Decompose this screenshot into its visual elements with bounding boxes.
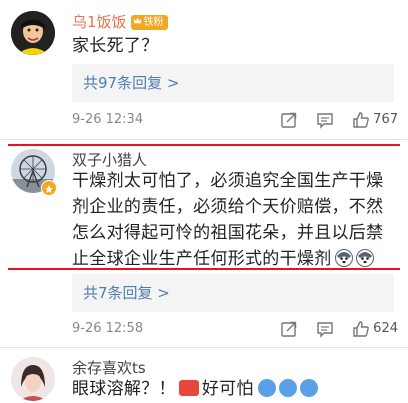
badge-text: 铁粉 <box>143 17 164 28</box>
comment-text-part1: 眼球溶解？！ <box>72 379 176 399</box>
comment-meta: 9-26 12:58 624 <box>72 319 398 341</box>
like-count: 767 <box>373 112 398 127</box>
divider <box>0 347 408 348</box>
username[interactable]: 双子小猎人 <box>72 149 147 170</box>
share-icon[interactable] <box>280 111 298 129</box>
sos-emoji <box>178 380 199 396</box>
username-text[interactable]: 乌1饭饭 <box>72 13 127 31</box>
share-icon[interactable] <box>280 320 298 338</box>
fan-badge: 铁粉 <box>130 15 168 30</box>
scared-emoji <box>299 379 318 397</box>
scared-emoji <box>278 379 297 397</box>
avatar[interactable] <box>11 357 55 401</box>
comment-text: 家长死了？ <box>72 36 159 56</box>
avatar-image <box>11 357 55 401</box>
timestamp: 9-26 12:58 <box>72 321 144 336</box>
scared-emoji <box>257 379 276 397</box>
husky-emoji <box>334 249 353 267</box>
view-replies-button[interactable]: 共7条回复 > <box>72 274 394 312</box>
avatar-image <box>11 11 55 55</box>
vip-badge-icon <box>41 180 57 196</box>
like-icon[interactable] <box>352 111 370 129</box>
divider <box>0 139 408 140</box>
view-replies-button[interactable]: 共97条回复 > <box>72 64 394 102</box>
comment-text: 眼球溶解？！ 好可怕 <box>72 376 394 402</box>
highlight-top-border <box>8 144 400 146</box>
avatar[interactable] <box>11 11 55 55</box>
username[interactable]: 余存喜欢ts <box>72 357 146 378</box>
highlight-bottom-border <box>8 268 400 270</box>
timestamp: 9-26 12:34 <box>72 112 144 127</box>
username[interactable]: 乌1饭饭 铁粉 <box>72 11 168 32</box>
husky-emoji <box>355 249 374 267</box>
comment-icon[interactable] <box>316 111 334 129</box>
comment-icon[interactable] <box>316 320 334 338</box>
comment-meta: 9-26 12:34 767 <box>72 110 398 132</box>
crown-icon <box>133 17 141 24</box>
like-count: 624 <box>373 321 398 336</box>
like-icon[interactable] <box>352 320 370 338</box>
comment-text-part2: 好可怕 <box>201 379 254 399</box>
